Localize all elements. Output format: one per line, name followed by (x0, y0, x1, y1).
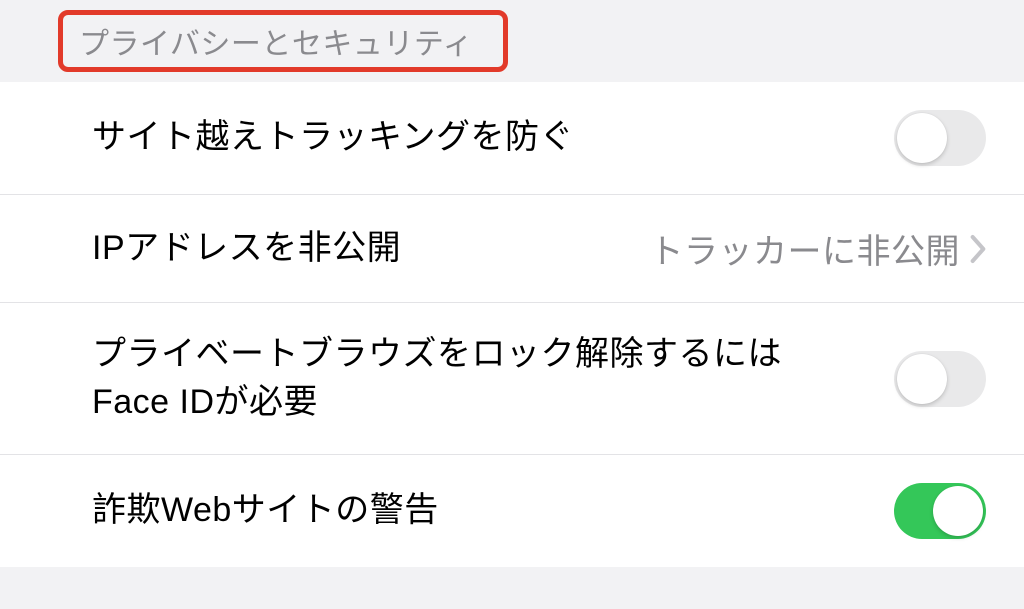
row-label: IPアドレスを非公開 (92, 225, 650, 273)
toggle-fraudulent-website-warning[interactable] (894, 483, 986, 539)
toggle-private-browsing-faceid[interactable] (894, 351, 986, 407)
row-label: プライベートブラウズをロック解除するにはFace IDが必要 (92, 331, 812, 426)
row-private-browsing-faceid[interactable]: プライベートブラウズをロック解除するにはFace IDが必要 (0, 302, 1024, 454)
row-label: 詐欺Webサイトの警告 (92, 487, 894, 535)
section-header-highlight: プライバシーとセキュリティ (58, 10, 508, 72)
row-label: サイト越えトラッキングを防ぐ (92, 114, 894, 162)
row-value: トラッカーに非公開 (650, 224, 961, 273)
row-value-wrap: トラッカーに非公開 (650, 224, 987, 273)
toggle-cross-site-tracking[interactable] (894, 110, 986, 166)
section-header-wrap: プライバシーとセキュリティ (0, 0, 1024, 82)
section-title: プライバシーとセキュリティ (79, 28, 473, 61)
row-hide-ip-address[interactable]: IPアドレスを非公開 トラッカーに非公開 (0, 194, 1024, 302)
chevron-right-icon (970, 234, 986, 264)
settings-list: サイト越えトラッキングを防ぐ IPアドレスを非公開 トラッカーに非公開 プライベ… (0, 82, 1024, 567)
settings-container: プライバシーとセキュリティ サイト越えトラッキングを防ぐ IPアドレスを非公開 … (0, 0, 1024, 609)
row-fraudulent-website-warning[interactable]: 詐欺Webサイトの警告 (0, 454, 1024, 567)
row-prevent-cross-site-tracking[interactable]: サイト越えトラッキングを防ぐ (0, 82, 1024, 194)
